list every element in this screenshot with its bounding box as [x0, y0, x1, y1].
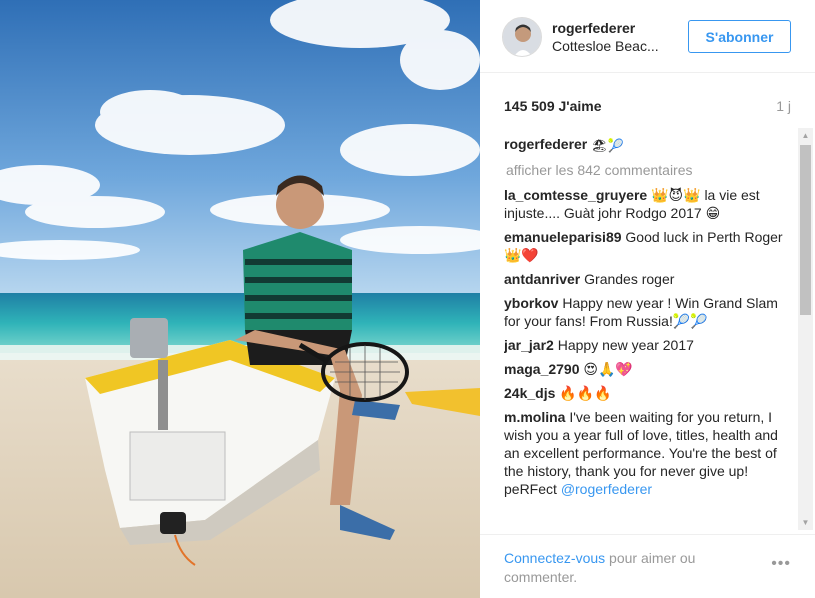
caption-username[interactable]: rogerfederer — [504, 136, 587, 152]
comments-scrollbar[interactable]: ▲ ▼ — [798, 128, 813, 530]
comment-item: la_comtesse_gruyere 👑😈👑 la vie est injus… — [504, 186, 796, 222]
login-link[interactable]: Connectez-vous — [504, 550, 605, 566]
post-time[interactable]: 1 j — [776, 98, 791, 114]
post-footer: Connectez-vous pour aimer ou commenter. … — [480, 534, 815, 598]
avatar-image — [503, 18, 541, 56]
follow-button[interactable]: S'abonner — [688, 20, 791, 53]
comment-username[interactable]: antdanriver — [504, 271, 580, 287]
load-more-comments-link[interactable]: afficher les 842 commentaires — [506, 162, 796, 178]
login-prompt: Connectez-vous pour aimer ou commenter. — [504, 549, 734, 587]
comment-item: antdanriver Grandes roger — [504, 270, 796, 288]
comment-item: 24k_djs 🔥🔥🔥 — [504, 384, 796, 402]
post-photo[interactable] — [0, 0, 480, 598]
scroll-up-arrow-icon[interactable]: ▲ — [798, 128, 813, 143]
comment-text: Happy new year 2017 — [557, 337, 694, 353]
post-author-username[interactable]: rogerfederer — [552, 20, 635, 36]
comment-username[interactable]: yborkov — [504, 295, 558, 311]
likes-count[interactable]: 145 509 J'aime — [504, 98, 602, 114]
comment-username[interactable]: 24k_djs — [504, 385, 555, 401]
comment-username[interactable]: emanueleparisi89 — [504, 229, 622, 245]
comment-username[interactable]: maga_2790 — [504, 361, 580, 377]
comment-text: 🔥🔥🔥 — [559, 385, 612, 401]
comment-item: jar_jar2 Happy new year 2017 — [504, 336, 796, 354]
comment-item: emanueleparisi89 Good luck in Perth Roge… — [504, 228, 796, 264]
caption-text: 🏖🎾 — [591, 138, 624, 153]
comment-username[interactable]: la_comtesse_gruyere — [504, 187, 647, 203]
comment-mention-link[interactable]: @rogerfederer — [561, 481, 652, 497]
comment-item: m.molina I've been waiting for you retur… — [504, 408, 796, 498]
avatar[interactable] — [502, 17, 542, 57]
comment-item: yborkov Happy new year ! Win Grand Slam … — [504, 294, 796, 330]
comments-list: rogerfederer 🏖🎾 afficher les 842 comment… — [504, 134, 796, 530]
post-caption: rogerfederer 🏖🎾 — [504, 135, 796, 153]
post-header: rogerfederer Cottesloe Beac... S'abonner — [480, 0, 815, 73]
comment-item: maga_2790 😍🙏💖 — [504, 360, 796, 378]
more-options-icon[interactable]: ••• — [771, 555, 791, 573]
comment-username[interactable]: jar_jar2 — [504, 337, 554, 353]
post-side-panel: rogerfederer Cottesloe Beac... S'abonner… — [480, 0, 815, 598]
instagram-post-view: rogerfederer Cottesloe Beac... S'abonner… — [0, 0, 815, 598]
comment-username[interactable]: m.molina — [504, 409, 565, 425]
post-location[interactable]: Cottesloe Beac... — [552, 38, 670, 54]
scroll-down-arrow-icon[interactable]: ▼ — [798, 515, 813, 530]
photo-illustration — [0, 0, 480, 598]
comment-text: Grandes roger — [584, 271, 675, 287]
scrollbar-thumb[interactable] — [800, 145, 811, 315]
comment-text: 😍🙏💖 — [583, 361, 633, 377]
